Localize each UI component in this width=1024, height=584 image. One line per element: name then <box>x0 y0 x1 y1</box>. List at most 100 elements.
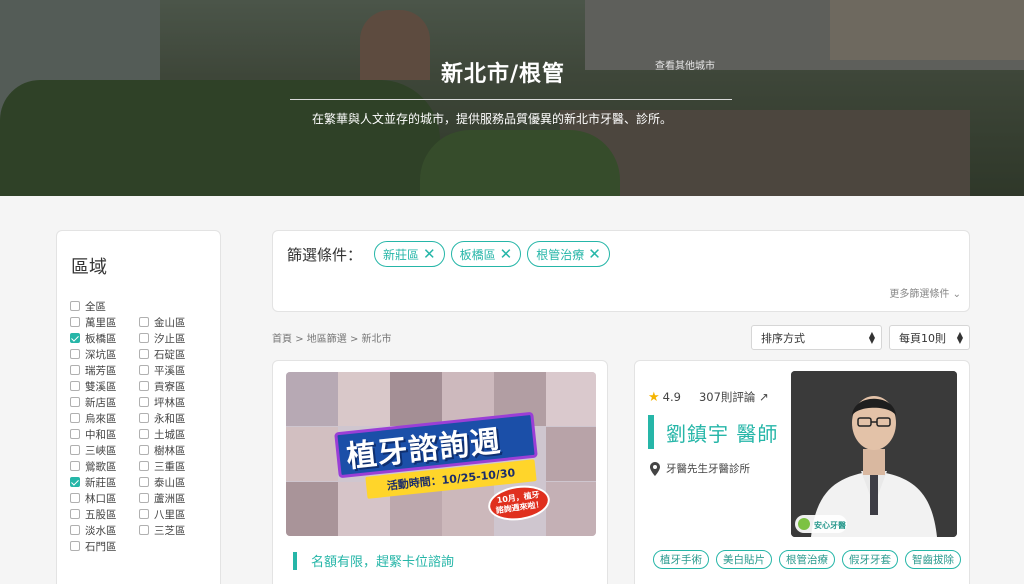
district-option[interactable]: 坪林區 <box>139 394 208 410</box>
district-option[interactable]: 雙溪區 <box>70 378 139 394</box>
more-filters-button[interactable]: 更多篩選條件 ⌄ <box>889 285 961 300</box>
filter-panel: 篩選條件： 新莊區 ✕ 板橋區 ✕ 根管治療 ✕ 更多篩選條件 ⌄ <box>272 230 970 312</box>
checkbox-checked[interactable] <box>70 477 80 487</box>
filter-chip[interactable]: 板橋區 ✕ <box>450 241 522 267</box>
checkbox[interactable] <box>139 413 149 423</box>
checkbox[interactable] <box>139 333 149 343</box>
district-label: 全區 <box>85 300 106 313</box>
checkbox[interactable] <box>70 365 80 375</box>
promo-note: 名額有限，趕緊卡位諮詢 <box>293 551 454 570</box>
sort-select[interactable]: 排序方式 ▲ ▼ <box>751 325 882 350</box>
promo-card[interactable]: 植牙諮詢週 活動時間：10/25-10/30 10月，植牙 諮詢週來啦！ 名額有限… <box>272 360 608 584</box>
promo-image[interactable]: 植牙諮詢週 活動時間：10/25-10/30 10月，植牙 諮詢週來啦！ <box>286 372 596 536</box>
district-label: 樹林區 <box>154 444 186 457</box>
checkbox[interactable] <box>70 493 80 503</box>
checkbox[interactable] <box>139 317 149 327</box>
checkbox[interactable] <box>139 525 149 535</box>
specialty-tag[interactable]: 美白貼片 <box>716 550 772 569</box>
district-option[interactable]: 鶯歌區 <box>70 458 139 474</box>
doctor-photo[interactable]: 安心牙醫 <box>791 371 957 537</box>
district-option[interactable]: 石碇區 <box>139 346 208 362</box>
checkbox[interactable] <box>70 349 80 359</box>
per-page-select[interactable]: 每頁10則 ▲ ▼ <box>889 325 970 350</box>
checkbox[interactable] <box>70 525 80 535</box>
checkbox[interactable] <box>139 397 149 407</box>
checkbox[interactable] <box>139 461 149 471</box>
doctor-name-link[interactable]: 劉鎮宇 醫師 <box>648 415 778 449</box>
district-option[interactable]: 平溪區 <box>139 362 208 378</box>
checkbox[interactable] <box>70 381 80 391</box>
filter-chip-label: 新莊區 <box>383 247 420 262</box>
district-option[interactable]: 烏來區 <box>70 410 139 426</box>
district-option[interactable]: 土城區 <box>139 426 208 442</box>
rating: ★ 4.9 307則評論 ↗ <box>648 389 769 405</box>
filter-chip[interactable]: 根管治療 ✕ <box>527 241 610 267</box>
checkbox[interactable] <box>139 493 149 503</box>
district-option[interactable]: 新莊區 <box>70 474 139 490</box>
district-option[interactable]: 金山區 <box>139 314 208 330</box>
checkbox[interactable] <box>139 365 149 375</box>
checkbox[interactable] <box>70 461 80 471</box>
specialty-tag[interactable]: 根管治療 <box>779 550 835 569</box>
checkbox[interactable] <box>70 509 80 519</box>
checkbox[interactable] <box>70 397 80 407</box>
doctor-card[interactable]: ★ 4.9 307則評論 ↗ 劉鎮宇 醫師 牙醫先生牙醫診所 安心牙醫 植牙手術… <box>634 360 970 584</box>
star-icon: ★ <box>648 389 660 405</box>
breadcrumb-separator: > <box>295 334 307 345</box>
sidebar-title: 區域 <box>71 257 107 278</box>
district-option[interactable]: 蘆洲區 <box>139 490 208 506</box>
checkbox[interactable] <box>139 445 149 455</box>
district-option[interactable]: 深坑區 <box>70 346 139 362</box>
district-option[interactable]: 淡水區 <box>70 522 139 538</box>
district-option[interactable]: 泰山區 <box>139 474 208 490</box>
promo-photo-tile <box>286 372 338 426</box>
district-option[interactable]: 板橋區 <box>70 330 139 346</box>
checkbox[interactable] <box>70 317 80 327</box>
district-label: 石碇區 <box>154 348 186 361</box>
district-option[interactable]: 三芝區 <box>139 522 208 538</box>
district-option[interactable]: 萬里區 <box>70 314 139 330</box>
checkbox[interactable] <box>70 429 80 439</box>
district-option[interactable]: 全區 <box>70 298 139 314</box>
checkbox[interactable] <box>139 381 149 391</box>
checkbox[interactable] <box>70 445 80 455</box>
checkbox[interactable] <box>139 349 149 359</box>
district-option[interactable]: 中和區 <box>70 426 139 442</box>
district-option[interactable]: 新店區 <box>70 394 139 410</box>
filter-chip[interactable]: 新莊區 ✕ <box>374 241 445 267</box>
checkbox[interactable] <box>70 541 80 551</box>
district-label: 鶯歌區 <box>85 460 117 473</box>
district-option[interactable]: 石門區 <box>70 538 139 554</box>
external-link-icon: ↗ <box>759 390 769 404</box>
page-title: 新北市/根管 <box>441 62 566 87</box>
specialty-tag[interactable]: 植牙手術 <box>653 550 709 569</box>
other-cities-link[interactable]: 查看其他城市 <box>655 57 715 72</box>
district-option[interactable]: 林口區 <box>70 490 139 506</box>
district-option[interactable]: 瑞芳區 <box>70 362 139 378</box>
checkbox[interactable] <box>139 477 149 487</box>
district-label: 泰山區 <box>154 476 186 489</box>
checkbox[interactable] <box>70 413 80 423</box>
close-icon[interactable]: ✕ <box>588 246 601 262</box>
checkbox-checked[interactable] <box>70 333 80 343</box>
specialty-tag[interactable]: 假牙牙套 <box>842 550 898 569</box>
district-list: 全區 萬里區 金山區 板橋區 汐止區 深坑區 石碇區瑞芳區 平溪區 雙溪區 貢寮區 新店區 坪林區 烏來… <box>70 298 210 554</box>
breadcrumb-home[interactable]: 首頁 <box>272 334 292 345</box>
checkbox[interactable] <box>139 509 149 519</box>
district-option[interactable]: 貢寮區 <box>139 378 208 394</box>
checkbox[interactable] <box>70 301 80 311</box>
reviews-link[interactable]: 307則評論 ↗ <box>699 389 769 405</box>
close-icon[interactable]: ✕ <box>500 246 513 262</box>
district-option[interactable]: 永和區 <box>139 410 208 426</box>
district-label: 永和區 <box>154 412 186 425</box>
specialty-tag[interactable]: 智齒拔除 <box>905 550 961 569</box>
district-option[interactable]: 三重區 <box>139 458 208 474</box>
district-option[interactable]: 汐止區 <box>139 330 208 346</box>
district-option[interactable]: 五股區 <box>70 506 139 522</box>
district-option[interactable]: 三峽區 <box>70 442 139 458</box>
close-icon[interactable]: ✕ <box>423 246 436 262</box>
checkbox[interactable] <box>139 429 149 439</box>
breadcrumb-region-filter[interactable]: 地區篩選 <box>307 334 347 345</box>
district-option[interactable]: 八里區 <box>139 506 208 522</box>
district-option[interactable]: 樹林區 <box>139 442 208 458</box>
